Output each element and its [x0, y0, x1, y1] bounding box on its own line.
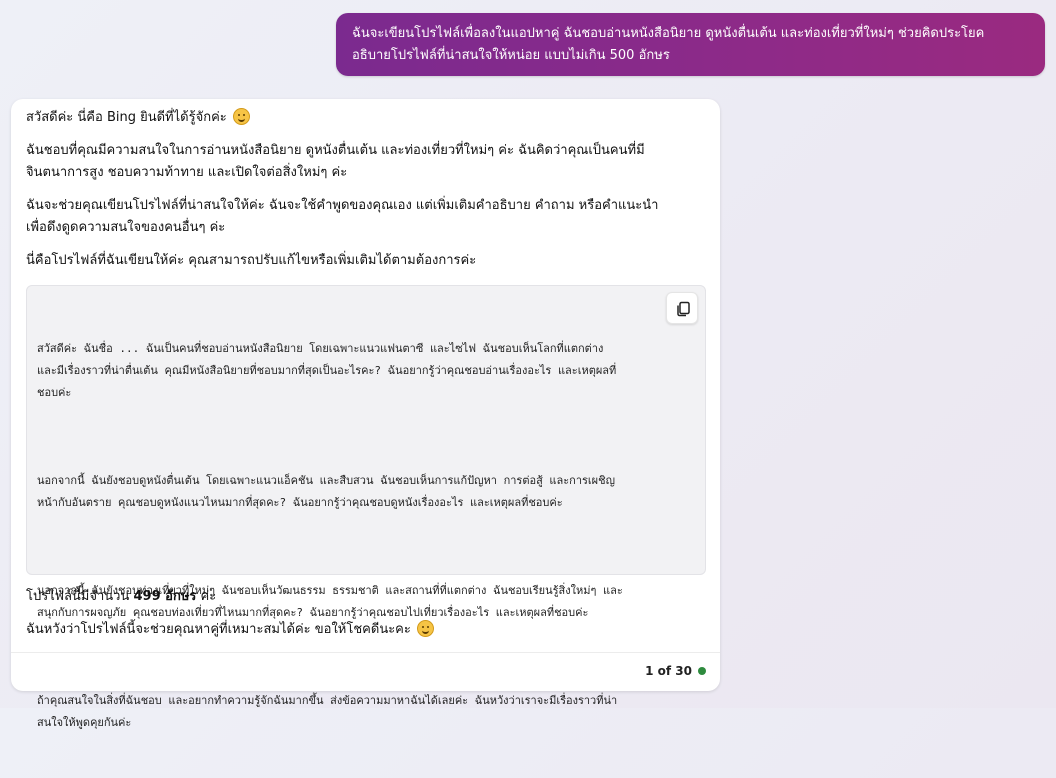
paragraph-2-line-2: เพื่อดึงดูดความสนใจของคนอื่นๆ ค่ะ	[26, 220, 226, 235]
bot-response-tail: โปรไฟล์นี้มีจำนวน 499 อักษร ค่ะ ฉันหวังว…	[26, 586, 706, 641]
user-message-line-1: ฉันจะเขียนโปรไฟล์เพื่อลงในแอปหาคู่ ฉันชอ…	[352, 26, 985, 41]
paragraph-1-line-2: จินตนาการสูง ชอบความท้าทาย และเปิดใจต่อส…	[26, 165, 348, 180]
count-prefix: โปรไฟล์นี้มีจำนวน	[26, 589, 134, 604]
response-footer: 1 of 30	[645, 661, 706, 681]
bot-response-card: สวัสดีค่ะ นี่คือ Bing ยินดีที่ได้รู้จักค…	[11, 99, 720, 729]
profile-code-block[interactable]: สวัสดีค่ะ ฉันชื่อ ... ฉันเป็นคนที่ชอบอ่า…	[26, 285, 706, 729]
paragraph-2: ฉันจะช่วยคุณเขียนโปรไฟล์ที่น่าสนใจให้ค่ะ…	[26, 195, 706, 239]
copy-button[interactable]	[666, 292, 698, 324]
turn-counter: 1 of 30	[645, 664, 692, 678]
closing-text: ฉันหวังว่าโปรไฟล์นี้จะช่วยคุณหาคู่ที่เหม…	[26, 622, 411, 637]
greeting-line: สวัสดีค่ะ นี่คือ Bing ยินดีที่ได้รู้จักค…	[26, 107, 706, 129]
footer-divider	[11, 652, 720, 653]
greeting-text: สวัสดีค่ะ นี่คือ Bing ยินดีที่ได้รู้จักค…	[26, 110, 227, 125]
paragraph-3: นี่คือโปรไฟล์ที่ฉันเขียนให้ค่ะ คุณสามารถ…	[26, 253, 477, 268]
smiling-face-emoji-icon	[232, 108, 250, 125]
smiling-face-emoji-icon	[417, 620, 435, 637]
code-paragraph-2: นอกจากนี้ ฉันยังชอบดูหนังตื่นเต้น โดยเฉพ…	[37, 474, 615, 509]
user-message-bubble: ฉันจะเขียนโปรไฟล์เพื่อลงในแอปหาคู่ ฉันชอ…	[336, 13, 1045, 76]
character-count-line: โปรไฟล์นี้มีจำนวน 499 อักษร ค่ะ	[26, 586, 706, 608]
status-dot	[698, 667, 706, 675]
count-suffix: ค่ะ	[196, 589, 217, 604]
code-paragraph-1: สวัสดีค่ะ ฉันชื่อ ... ฉันเป็นคนที่ชอบอ่า…	[37, 342, 617, 399]
count-bold: 499 อักษร	[133, 589, 197, 604]
closing-line: ฉันหวังว่าโปรไฟล์นี้จะช่วยคุณหาคู่ที่เหม…	[26, 619, 706, 641]
paragraph-2-line-1: ฉันจะช่วยคุณเขียนโปรไฟล์ที่น่าสนใจให้ค่ะ…	[26, 198, 659, 213]
copy-icon	[677, 301, 690, 317]
paragraph-1-line-1: ฉันชอบที่คุณมีความสนใจในการอ่านหนังสือนิ…	[26, 143, 645, 158]
bot-response-content: สวัสดีค่ะ นี่คือ Bing ยินดีที่ได้รู้จักค…	[26, 107, 706, 272]
user-message-line-2: อธิบายโปรไฟล์ที่น่าสนใจให้หน่อย แบบไม่เก…	[352, 48, 670, 63]
code-paragraph-4: ถ้าคุณสนใจในสิ่งที่ฉันชอบ และอยากทำความร…	[37, 694, 618, 729]
paragraph-1: ฉันชอบที่คุณมีความสนใจในการอ่านหนังสือนิ…	[26, 140, 706, 184]
